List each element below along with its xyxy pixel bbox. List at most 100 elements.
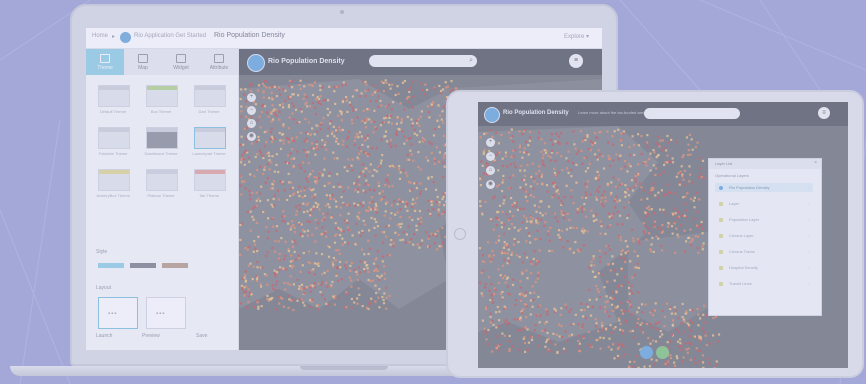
theme-label: Foldable Theme [98, 151, 128, 156]
theme-thumb-plateau[interactable] [146, 169, 178, 191]
theme-label: JewelryBox Theme [96, 193, 130, 198]
tab-widget[interactable]: Widget [162, 49, 200, 75]
map-title: Rio Population Density [503, 110, 569, 116]
layout-label: Layout [96, 285, 112, 291]
locate-button[interactable]: ◉ [486, 180, 495, 189]
style-swatch-brown[interactable] [162, 263, 188, 268]
theme-label: Box Theme [150, 109, 172, 114]
tab-theme[interactable]: Theme [86, 49, 124, 75]
layer-color-icon [719, 266, 723, 270]
preview-button[interactable]: Preview [142, 333, 160, 339]
layout-option-2[interactable]: ▪▪▪ [146, 297, 186, 329]
map-header: Rio Population Density ⌕ ≡ [239, 49, 602, 75]
builder-tabs: Theme Map Widget Attribute [86, 49, 238, 75]
theme-label: Dashboard Theme [144, 151, 178, 156]
theme-thumb-dart[interactable] [194, 85, 226, 107]
laptop-camera [340, 10, 344, 14]
layout-dots-icon: ▪▪▪ [108, 311, 118, 317]
layer-label: Hospital Density [729, 265, 758, 270]
layer-label: Rio Population Density [729, 185, 770, 190]
layer-color-icon [719, 202, 723, 206]
menu-icon[interactable]: ≡ [818, 107, 830, 119]
zoom-in-button[interactable]: + [486, 138, 495, 147]
layer-row[interactable]: Transit Lines ⋮ [715, 279, 813, 288]
tab-attribute[interactable]: Attribute [200, 49, 238, 75]
locate-button[interactable]: ◉ [247, 132, 256, 141]
tab-attribute-label: Attribute [209, 65, 229, 71]
menu-dots-icon[interactable]: ⋮ [807, 249, 811, 254]
app-globe-icon [484, 107, 500, 123]
app-globe-icon [247, 54, 265, 72]
map-title: Rio Population Density [268, 58, 345, 65]
menu-dots-icon[interactable]: ⋮ [807, 265, 811, 270]
layer-label: Layer [729, 201, 740, 206]
layer-label: Census Layer [729, 233, 754, 238]
zoom-out-button[interactable]: − [486, 152, 495, 161]
layer-list-header: Layer List × [709, 159, 821, 169]
layer-label: Population Layer [729, 217, 760, 222]
theme-label: Launchpad Theme [192, 151, 226, 156]
theme-thumb-jewelrybox[interactable] [98, 169, 130, 191]
layer-list-panel: Layer List × Operational Layers Rio Popu… [708, 158, 822, 316]
search-input[interactable]: ⌕ [369, 55, 477, 67]
layer-list-title: Layer List [715, 161, 733, 166]
theme-thumb-dashboard[interactable] [146, 127, 178, 149]
tablet-screen[interactable]: Rio Population Density Learn more about … [478, 102, 848, 368]
theme-label: Plateau Theme [147, 193, 175, 198]
close-icon[interactable]: × [814, 160, 817, 166]
layer-color-icon [719, 234, 723, 238]
app-title: Rio Population Density [214, 32, 285, 39]
search-icon[interactable]: ⌕ [469, 57, 473, 65]
layout-dots-icon: ▪▪▪ [156, 311, 166, 317]
layer-row[interactable]: Layer ⋮ [715, 199, 813, 208]
layer-row[interactable]: Rio Population Density ⋮ [715, 183, 813, 192]
widget-button-green[interactable] [656, 346, 669, 359]
launch-button[interactable]: Launch [96, 333, 112, 339]
save-button[interactable]: Save [196, 333, 207, 339]
laptop-notch [300, 366, 388, 370]
breadcrumb-app[interactable]: Rio Application Get Started [134, 33, 206, 39]
theme-icon [100, 54, 110, 63]
layer-row[interactable]: Hospital Density ⋮ [715, 263, 813, 272]
app-globe-icon [120, 32, 131, 43]
menu-dots-icon[interactable]: ⋮ [807, 217, 811, 222]
tab-map[interactable]: Map [124, 49, 162, 75]
theme-thumb-foldable[interactable] [98, 127, 130, 149]
menu-dots-icon[interactable]: ⋮ [807, 185, 811, 190]
layer-color-icon [719, 250, 723, 254]
layer-row[interactable]: Population Layer ⋮ [715, 215, 813, 224]
menu-dots-icon[interactable]: ⋮ [807, 281, 811, 286]
layout-option-1[interactable]: ▪▪▪ [98, 297, 138, 329]
home-button[interactable]: ⌂ [486, 166, 495, 175]
theme-label: Default Theme [99, 109, 127, 114]
map-subtitle: Learn more about the tax-funded area [578, 110, 646, 115]
layer-row[interactable]: Census Tracts ⋮ [715, 247, 813, 256]
style-label: Style [96, 249, 108, 255]
zoom-out-button[interactable]: − [247, 106, 256, 115]
style-swatch-gray[interactable] [130, 263, 156, 268]
theme-label: Dart Theme [198, 109, 220, 114]
tab-map-label: Map [138, 65, 148, 71]
theme-thumb-launchpad[interactable] [194, 127, 226, 149]
breadcrumb-separator: ▸ [112, 34, 116, 40]
explore-menu[interactable]: Explore ▾ [564, 33, 589, 40]
theme-thumb-tab[interactable] [194, 169, 226, 191]
search-input[interactable] [644, 108, 740, 119]
layer-row[interactable]: Census Layer ⋮ [715, 231, 813, 240]
tablet-device: Rio Population Density Learn more about … [446, 90, 864, 378]
menu-dots-icon[interactable]: ⋮ [807, 201, 811, 206]
builder-side-panel: Theme Map Widget Attribute Default Theme… [86, 49, 239, 350]
breadcrumb-home[interactable]: Home [92, 33, 108, 39]
widget-button-blue[interactable] [640, 346, 653, 359]
theme-thumb-box[interactable] [146, 85, 178, 107]
browser-breadcrumb-bar: Home ▸ Rio Application Get Started Rio P… [86, 28, 602, 49]
tablet-map-header: Rio Population Density Learn more about … [478, 102, 848, 126]
zoom-in-button[interactable]: + [247, 93, 256, 102]
style-swatch-blue[interactable] [98, 263, 124, 268]
theme-thumb-default[interactable] [98, 85, 130, 107]
layer-list-subtitle: Operational Layers [715, 173, 749, 178]
menu-icon[interactable]: ≡ [569, 54, 583, 68]
menu-dots-icon[interactable]: ⋮ [807, 233, 811, 238]
home-button[interactable]: ⌂ [247, 119, 256, 128]
attribute-icon [214, 54, 224, 63]
